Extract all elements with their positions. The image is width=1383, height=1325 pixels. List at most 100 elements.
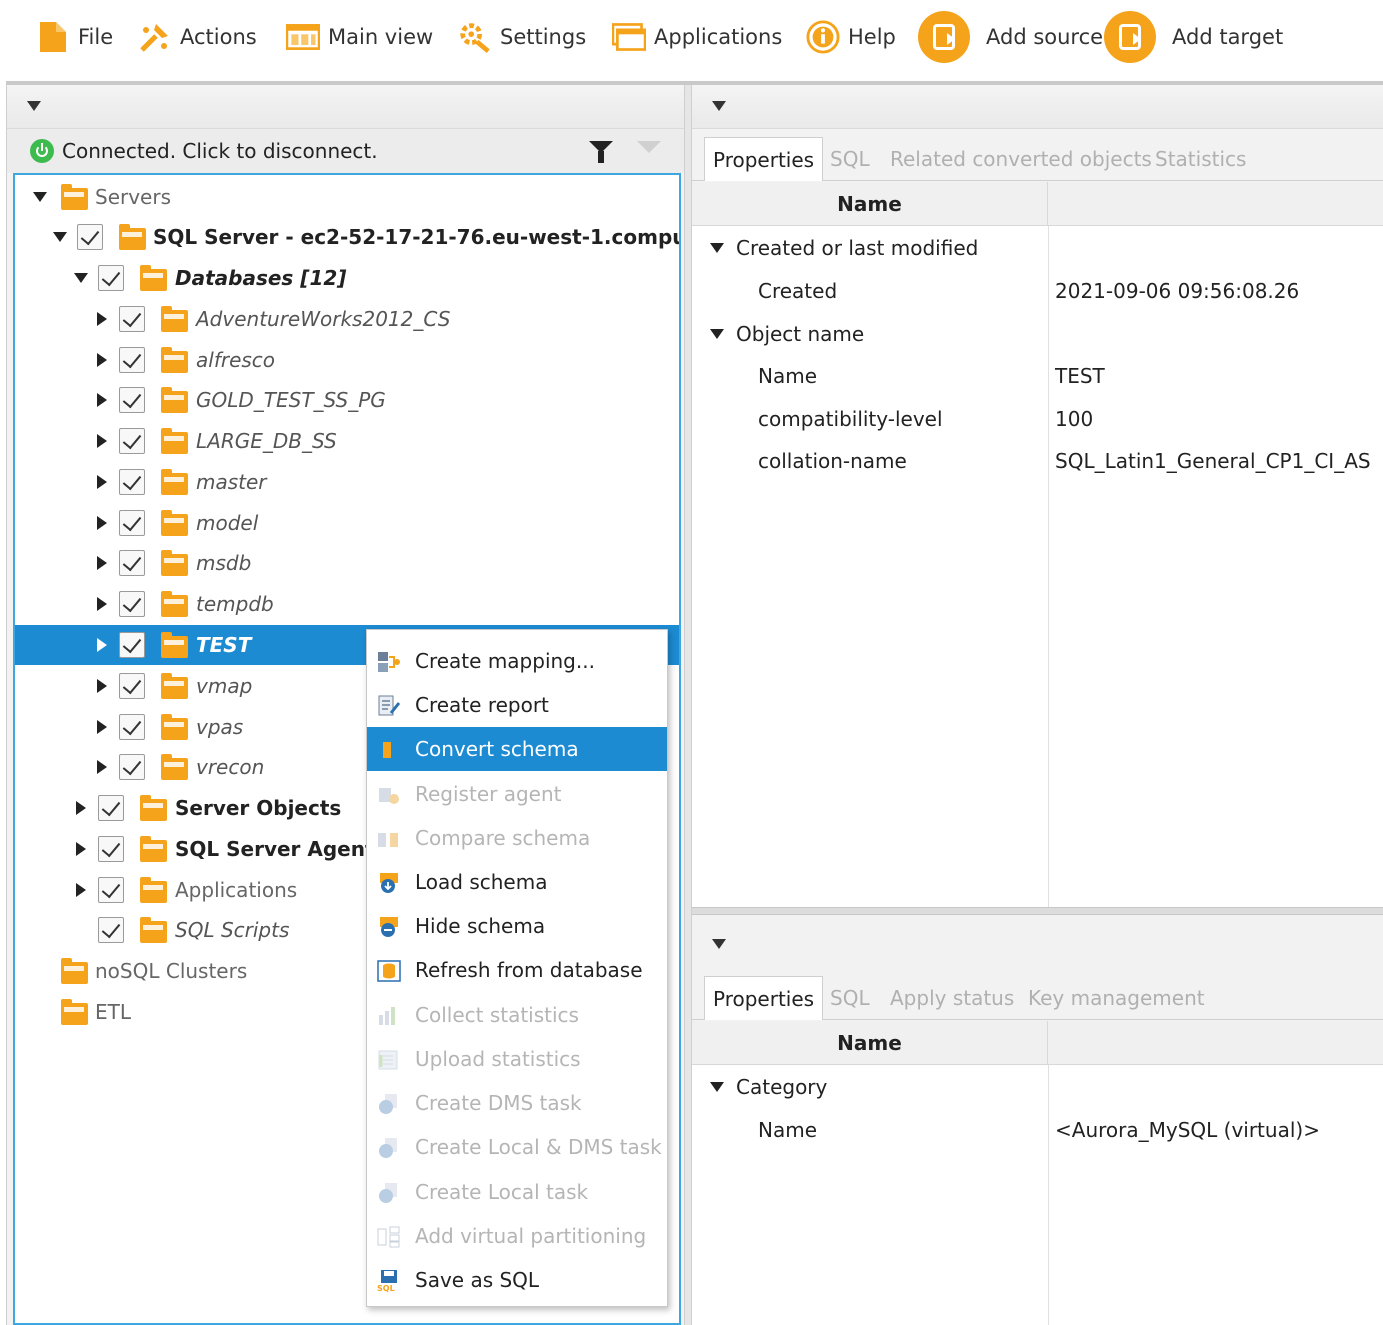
property-row[interactable]: Created 2021-09-06 09:56:08.26 <box>692 270 1383 312</box>
tree-checkbox[interactable] <box>119 428 145 454</box>
tree-node-database[interactable]: tempdb <box>15 584 679 624</box>
pane-splitter[interactable] <box>692 907 1383 915</box>
expand-arrow-icon[interactable] <box>76 801 86 815</box>
expand-arrow-icon[interactable] <box>97 312 107 326</box>
menu-item-refresh-from-database[interactable]: Refresh from database <box>367 948 667 992</box>
collapse-arrow-icon[interactable] <box>27 101 41 111</box>
tree-node-database[interactable]: msdb <box>15 543 679 583</box>
tree-checkbox[interactable] <box>98 917 124 943</box>
tree-checkbox[interactable] <box>98 836 124 862</box>
tree-checkbox[interactable] <box>119 306 145 332</box>
property-row[interactable]: Name <Aurora_MySQL (virtual)> <box>692 1109 1383 1151</box>
menu-item-upload-statistics[interactable]: Upload statistics <box>367 1037 667 1081</box>
expand-arrow-icon[interactable] <box>76 842 86 856</box>
tree-node-database[interactable]: master <box>15 462 679 502</box>
tree-node-database[interactable]: model <box>15 503 679 543</box>
expand-arrow-icon[interactable] <box>710 1082 724 1092</box>
menu-item-compare-schema[interactable]: Compare schema <box>367 816 667 860</box>
menu-item-create-mapping[interactable]: Create mapping... <box>367 639 667 683</box>
expand-arrow-icon[interactable] <box>710 329 724 339</box>
expand-arrow-icon[interactable] <box>97 679 107 693</box>
name-column-header[interactable]: Name <box>692 182 1048 226</box>
expand-arrow-icon[interactable] <box>97 597 107 611</box>
tab-sql[interactable]: SQL <box>822 137 878 181</box>
filter-icon[interactable] <box>589 141 613 163</box>
menu-item-collect-statistics[interactable]: Collect statistics <box>367 993 667 1037</box>
collapse-arrow-icon[interactable] <box>712 101 726 111</box>
expand-arrow-icon[interactable] <box>97 720 107 734</box>
tree-checkbox[interactable] <box>119 469 145 495</box>
tab-properties[interactable]: Properties <box>704 137 824 181</box>
menu-item-create-local-dms-task[interactable]: Create Local & DMS task <box>367 1125 667 1169</box>
connection-status-text[interactable]: Connected. Click to disconnect. <box>62 139 378 163</box>
menu-item-register-agent[interactable]: Register agent <box>367 772 667 816</box>
property-row[interactable]: collation-name SQL_Latin1_General_CP1_CI… <box>692 440 1383 482</box>
expand-arrow-icon[interactable] <box>710 243 724 253</box>
actions-menu[interactable]: Actions <box>138 14 257 60</box>
menu-item-create-report[interactable]: Create report <box>367 683 667 727</box>
tab-properties[interactable]: Properties <box>704 976 824 1020</box>
menu-item-save-as-sql[interactable]: SQL Save as SQL <box>367 1258 667 1302</box>
expand-arrow-icon[interactable] <box>74 273 88 283</box>
tree-node-database[interactable]: LARGE_DB_SS <box>15 421 679 461</box>
menu-item-convert-schema[interactable]: Convert schema <box>367 727 667 771</box>
tree-node-database[interactable]: GOLD_TEST_SS_PG <box>15 380 679 420</box>
left-collapse-bar[interactable] <box>7 85 684 129</box>
tree-checkbox[interactable] <box>119 632 145 658</box>
bottom-pane-collapse-bar[interactable] <box>692 915 1383 959</box>
tree-node-database[interactable]: alfresco <box>15 340 679 380</box>
file-menu[interactable]: File <box>36 14 113 60</box>
expand-arrow-icon[interactable] <box>97 434 107 448</box>
menu-item-hide-schema[interactable]: Hide schema <box>367 904 667 948</box>
collapse-arrow-icon[interactable] <box>712 939 726 949</box>
expand-arrow-icon[interactable] <box>97 393 107 407</box>
menu-item-load-schema[interactable]: Load schema <box>367 860 667 904</box>
panel-splitter[interactable] <box>684 85 692 1325</box>
tree-checkbox[interactable] <box>119 387 145 413</box>
connection-status-bar[interactable]: Connected. Click to disconnect. <box>7 129 685 173</box>
expand-arrow-icon[interactable] <box>97 638 107 652</box>
property-group-row[interactable]: Created or last modified <box>692 227 1383 269</box>
tree-checkbox[interactable] <box>119 347 145 373</box>
tab-related-converted-objects[interactable]: Related converted objects <box>882 137 1160 181</box>
tree-checkbox[interactable] <box>119 510 145 536</box>
property-group-row[interactable]: Category <box>692 1066 1383 1108</box>
expand-arrow-icon[interactable] <box>53 232 67 242</box>
expand-arrow-icon[interactable] <box>97 516 107 530</box>
tree-node-databases[interactable]: Databases [12] <box>15 258 679 298</box>
main-view-menu[interactable]: Main view <box>286 14 433 60</box>
tree-node-sql-server[interactable]: SQL Server - ec2-52-17-21-76.eu-west-1.c… <box>15 217 679 257</box>
top-pane-collapse-bar[interactable] <box>692 85 1383 129</box>
tab-statistics[interactable]: Statistics <box>1147 137 1254 181</box>
tree-checkbox[interactable] <box>98 795 124 821</box>
connected-power-icon[interactable] <box>30 139 54 163</box>
tab-key-management[interactable]: Key management <box>1020 976 1213 1020</box>
expand-arrow-icon[interactable] <box>97 353 107 367</box>
expand-arrow-icon[interactable] <box>97 475 107 489</box>
tab-apply-status[interactable]: Apply status <box>882 976 1022 1020</box>
expand-arrow-icon[interactable] <box>97 556 107 570</box>
settings-menu[interactable]: Settings <box>458 14 586 60</box>
tree-checkbox[interactable] <box>98 877 124 903</box>
menu-item-add-virtual-partitioning[interactable]: Add virtual partitioning <box>367 1214 667 1258</box>
help-menu[interactable]: Help <box>806 14 896 60</box>
tree-checkbox[interactable] <box>77 224 103 250</box>
tree-checkbox[interactable] <box>119 591 145 617</box>
expand-arrow-icon[interactable] <box>76 883 86 897</box>
tree-checkbox[interactable] <box>119 714 145 740</box>
tree-checkbox[interactable] <box>119 754 145 780</box>
applications-menu[interactable]: Applications <box>612 14 782 60</box>
expand-arrow-icon[interactable] <box>97 760 107 774</box>
add-target-button[interactable]: Add target <box>1104 8 1283 66</box>
tree-checkbox[interactable] <box>98 265 124 291</box>
add-source-button[interactable]: Add source <box>918 8 1103 66</box>
expand-arrow-icon[interactable] <box>33 192 47 202</box>
property-row[interactable]: Name TEST <box>692 355 1383 397</box>
property-row[interactable]: compatibility-level 100 <box>692 398 1383 440</box>
menu-item-create-local-task[interactable]: Create Local task <box>367 1170 667 1214</box>
tree-checkbox[interactable] <box>119 550 145 576</box>
property-group-row[interactable]: Object name <box>692 313 1383 355</box>
tree-node-servers[interactable]: Servers <box>15 177 679 217</box>
tree-checkbox[interactable] <box>119 673 145 699</box>
tree-node-database[interactable]: AdventureWorks2012_CS <box>15 299 679 339</box>
